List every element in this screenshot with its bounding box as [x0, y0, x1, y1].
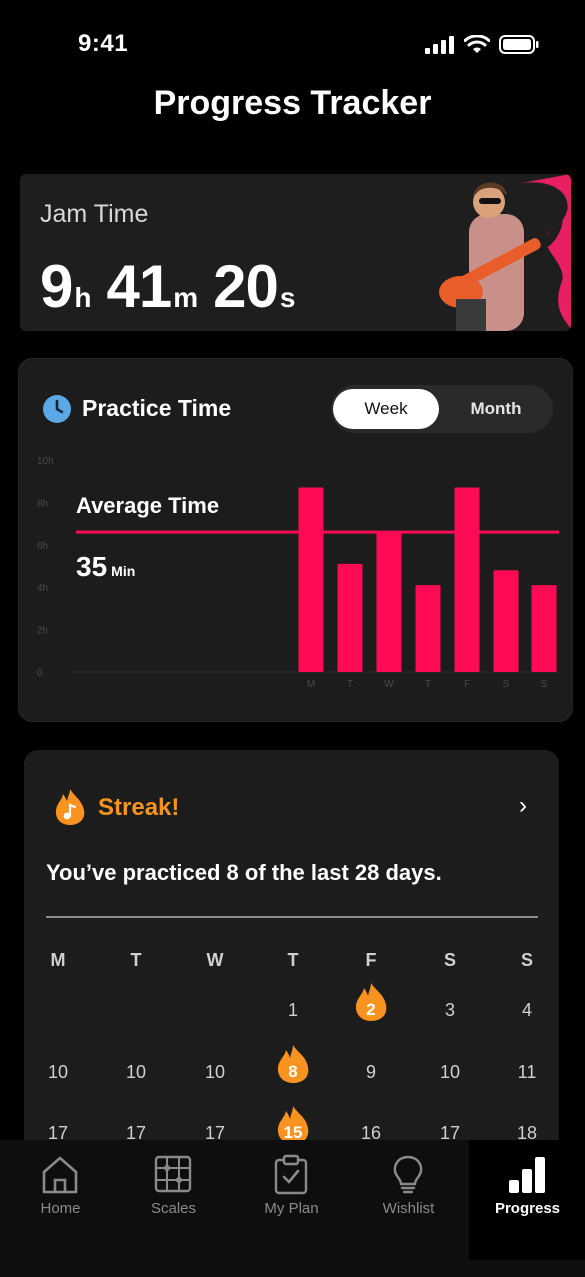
y-tick-label: 8h	[37, 498, 48, 509]
weekday-header: S	[520, 950, 533, 970]
streak-title: Streak!	[98, 794, 180, 821]
calendar-day-active[interactable]: 8	[275, 1062, 311, 1082]
average-time-number: 35	[76, 551, 108, 582]
calendar-day[interactable]: 10	[195, 1062, 235, 1083]
divider	[46, 916, 538, 918]
tab-label: Progress	[494, 1200, 561, 1217]
x-tick-label: T	[347, 679, 353, 690]
clipboard-icon	[274, 1154, 308, 1195]
y-tick-label: 0	[37, 668, 43, 679]
average-time-label: Average Time	[76, 493, 220, 518]
calendar-day-active[interactable]: 2	[353, 1000, 389, 1020]
period-toggle: Week Month	[331, 385, 553, 433]
status-time: 9:41	[78, 30, 129, 57]
y-tick-label: 10h	[37, 456, 54, 467]
wifi-icon	[464, 35, 490, 53]
calendar-day[interactable]: 9	[351, 1062, 391, 1083]
jam-seconds-unit: s	[279, 282, 296, 313]
calendar-day[interactable]: 11	[507, 1062, 547, 1083]
x-tick-label: S	[541, 679, 548, 690]
signal-icon	[425, 35, 454, 54]
lightbulb-icon	[393, 1155, 423, 1194]
bar-chart-icon	[509, 1157, 545, 1193]
calendar-day[interactable]: 4	[507, 1000, 547, 1021]
chart-bar[interactable]	[454, 487, 480, 672]
chart-bar[interactable]	[337, 563, 363, 672]
chevron-right-icon[interactable]: ›	[519, 792, 527, 820]
jam-hours: 9	[40, 253, 73, 320]
clock-icon	[43, 395, 71, 423]
guitarist-illustration	[439, 174, 571, 331]
tab-scales[interactable]: Scales	[115, 1140, 232, 1260]
calendar-day[interactable]: 10	[430, 1062, 470, 1083]
tab-progress[interactable]: Progress	[469, 1140, 585, 1260]
chart-bar[interactable]	[531, 585, 557, 672]
toggle-week-button[interactable]: Week	[333, 389, 439, 429]
chart-bar[interactable]	[415, 585, 441, 672]
battery-icon	[499, 35, 539, 54]
tab-label: My Plan	[264, 1200, 319, 1217]
page-title: Progress Tracker	[153, 84, 432, 122]
average-time-unit: Min	[111, 563, 136, 579]
calendar-day[interactable]: 10	[116, 1062, 156, 1083]
calendar-day[interactable]: 3	[430, 1000, 470, 1021]
weekday-header: M	[50, 950, 66, 970]
x-tick-label: F	[464, 679, 470, 690]
y-tick-label: 6h	[37, 541, 48, 552]
tab-home[interactable]: Home	[2, 1140, 119, 1260]
jam-time-card[interactable]: Jam Time 9h 41m 20s	[20, 174, 571, 331]
x-tick-label: S	[503, 679, 510, 690]
x-tick-label: M	[307, 679, 315, 690]
tab-label: Scales	[150, 1200, 197, 1217]
average-time-value: 35 Min	[76, 551, 135, 583]
toggle-month-button[interactable]: Month	[443, 389, 549, 429]
jam-minutes-unit: m	[173, 282, 198, 313]
grid-icon	[154, 1155, 192, 1193]
tab-bar: Home Scales My Plan Wishlist Progress	[0, 1140, 585, 1277]
tab-label: Home	[40, 1200, 81, 1217]
y-tick-label: 4h	[37, 583, 48, 594]
streak-card[interactable]: Streak! › You’ve practiced 8 of the last…	[24, 750, 559, 1170]
calendar-day[interactable]: 1	[273, 1000, 313, 1021]
practice-time-title: Practice Time	[82, 395, 232, 421]
tab-label: Wishlist	[382, 1200, 435, 1217]
calendar-day[interactable]: 10	[38, 1062, 78, 1083]
weekday-header: T	[130, 950, 142, 970]
y-tick-label: 2h	[37, 626, 48, 637]
weekday-header: W	[206, 950, 224, 970]
chart-bar[interactable]	[298, 487, 324, 672]
jam-hours-unit: h	[74, 282, 91, 313]
weekday-header: F	[365, 950, 377, 970]
chart-bar[interactable]	[376, 532, 402, 672]
jam-time-value: 9h 41m 20s	[40, 252, 310, 321]
chart-bar[interactable]	[493, 570, 519, 672]
x-tick-label: W	[384, 679, 394, 690]
status-icons	[425, 35, 539, 54]
flame-music-icon	[55, 789, 85, 825]
weekday-header: T	[287, 950, 299, 970]
jam-seconds: 20	[213, 253, 279, 320]
tab-my-plan[interactable]: My Plan	[233, 1140, 350, 1260]
streak-summary: You’ve practiced 8 of the last 28 days.	[46, 860, 442, 885]
tab-wishlist[interactable]: Wishlist	[350, 1140, 467, 1260]
jam-time-label: Jam Time	[40, 200, 149, 228]
weekday-header: S	[443, 950, 456, 970]
practice-time-card: Practice Time Week Month 0 2h 4h 6h 8h 10h M T W…	[18, 358, 573, 722]
home-icon	[42, 1156, 78, 1194]
jam-minutes: 41	[106, 253, 172, 320]
x-tick-label: T	[425, 679, 431, 690]
